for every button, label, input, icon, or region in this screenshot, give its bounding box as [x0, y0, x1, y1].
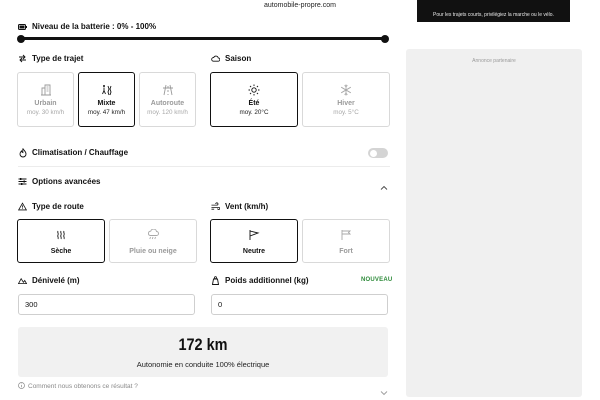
trip-option-urbain[interactable]: Urbain moy. 30 km/h [17, 72, 74, 127]
weight-value: 0 [218, 300, 223, 309]
trip-option-speed: moy. 120 km/h [147, 109, 188, 116]
road-option-label: Sèche [50, 247, 72, 255]
trip-option-mixte[interactable]: Mixte moy. 47 km/h [78, 72, 135, 127]
road-option-seche[interactable]: Sèche [17, 219, 105, 263]
info-icon [18, 382, 25, 391]
trip-option-speed: moy. 47 km/h [87, 109, 126, 116]
highway-icon [161, 83, 175, 97]
climate-toggle[interactable] [368, 148, 388, 158]
road-option-label: Pluie ou neige [129, 247, 177, 255]
battery-label: Niveau de la batterie : 0% - 100% [32, 22, 157, 31]
chevron-down-icon[interactable] [380, 383, 388, 400]
flag-icon [339, 228, 353, 242]
road-type-title: Type de route [18, 202, 84, 211]
mixed-route-icon [100, 83, 114, 97]
flame-icon [18, 147, 27, 157]
trip-option-label: Urbain [34, 100, 57, 107]
elevation-value: 300 [25, 300, 38, 309]
range-description: Autonomie en conduite 100% électrique [136, 360, 270, 369]
mountain-icon [18, 276, 27, 285]
rain-icon [146, 228, 160, 242]
battery-icon [18, 22, 27, 31]
divider [18, 166, 390, 167]
wind-option-fort[interactable]: Fort [302, 219, 390, 263]
sun-icon [247, 83, 261, 97]
domain-label: automobile-propre.com [253, 0, 347, 11]
climate-label: Climatisation / Chauffage [32, 148, 129, 157]
trip-option-speed: moy. 30 km/h [26, 109, 65, 116]
battery-max-handle[interactable] [381, 34, 389, 43]
chevron-up-icon[interactable] [380, 178, 388, 196]
method-link[interactable]: Comment nous obtenons ce résultat ? [18, 382, 138, 391]
wind-label: Vent (km/h) [225, 202, 269, 211]
partner-ad-label: Annonce partenaire [472, 58, 516, 64]
road-type-label: Type de route [32, 202, 84, 211]
advanced-label: Options avancées [32, 177, 101, 186]
advanced-title[interactable]: Options avancées [18, 177, 100, 186]
season-option-temp: moy. 20°C [239, 109, 269, 116]
wind-title: Vent (km/h) [211, 202, 268, 211]
trip-option-autoroute[interactable]: Autoroute moy. 120 km/h [139, 72, 196, 127]
battery-title: Niveau de la batterie : 0% - 100% [18, 22, 156, 31]
battery-range-track[interactable] [20, 37, 385, 40]
elevation-input[interactable]: 300 [18, 294, 195, 315]
partner-ad-panel: Annonce partenaire [406, 49, 582, 397]
season-label: Saison [225, 54, 252, 63]
tip-banner: Pour les trajets courts, privilégiez la … [417, 0, 570, 22]
city-icon [39, 83, 53, 97]
tip-banner-text: Pour les trajets courts, privilégiez la … [433, 12, 554, 18]
season-option-hiver[interactable]: Hiver moy. 5°C [302, 72, 390, 127]
trip-option-label: Mixte [97, 100, 116, 107]
weight-input[interactable]: 0 [211, 294, 388, 315]
season-option-label: Été [248, 100, 260, 107]
wind-option-label: Neutre [242, 247, 266, 255]
trip-option-label: Autoroute [150, 100, 185, 107]
sliders-icon [18, 177, 27, 186]
weight-icon [211, 276, 220, 285]
heat-waves-icon [54, 228, 68, 242]
toggle-knob [369, 149, 377, 157]
season-option-label: Hiver [337, 100, 355, 107]
weight-title: Poids additionnel (kg) [211, 276, 309, 285]
elevation-label: Dénivelé (m) [32, 276, 80, 285]
elevation-title: Dénivelé (m) [18, 276, 80, 285]
windsock-icon [247, 228, 261, 242]
warning-icon [18, 202, 27, 211]
wind-option-neutre[interactable]: Neutre [210, 219, 298, 263]
weather-icon [211, 54, 220, 63]
season-option-ete[interactable]: Été moy. 20°C [210, 72, 298, 127]
arrows-swap-icon [18, 54, 27, 63]
season-title: Saison [211, 54, 251, 63]
snowflake-icon [339, 83, 353, 97]
weight-label: Poids additionnel (kg) [225, 276, 309, 285]
climate-title: Climatisation / Chauffage [18, 147, 129, 157]
wind-option-label: Fort [339, 247, 353, 255]
battery-min-handle[interactable] [17, 34, 25, 43]
trip-type-title: Type de trajet [18, 54, 83, 63]
road-option-pluie[interactable]: Pluie ou neige [109, 219, 197, 263]
range-value: 172 km [178, 335, 228, 354]
method-link-label: Comment nous obtenons ce résultat ? [28, 383, 138, 390]
season-option-temp: moy. 5°C [333, 109, 359, 116]
wind-icon [211, 202, 220, 211]
trip-type-label: Type de trajet [32, 54, 84, 63]
new-badge: NOUVEAU [361, 277, 393, 283]
result-card: 172 km Autonomie en conduite 100% électr… [18, 327, 388, 377]
